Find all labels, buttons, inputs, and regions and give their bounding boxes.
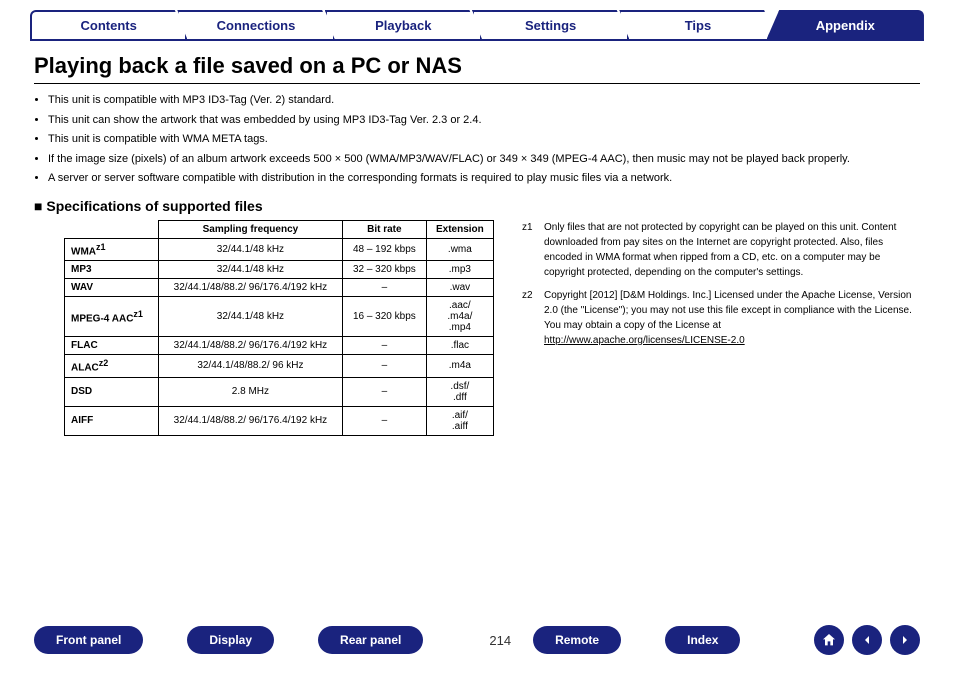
top-navigation: ContentsConnectionsPlaybackSettingsTipsA… [0,0,954,39]
sampling-cell: 32/44.1/48/88.2/ 96 kHz [158,355,342,377]
bitrate-cell: 16 – 320 kbps [342,297,426,337]
next-page-icon[interactable] [890,625,920,655]
extension-cell: .flac [426,337,493,355]
page-number: 214 [489,633,511,648]
info-bullet-list: This unit is compatible with MP3 ID3-Tag… [48,92,920,188]
table-row: WAV32/44.1/48/88.2/ 96/176.4/192 kHz–.wa… [65,279,494,297]
info-bullet: If the image size (pixels) of an album a… [48,151,920,169]
table-row: ALACz232/44.1/48/88.2/ 96 kHz–.m4a [65,355,494,377]
rear-panel-button[interactable]: Rear panel [318,626,423,654]
spec-table: Sampling frequencyBit rateExtensionWMAz1… [64,220,494,436]
sampling-cell: 32/44.1/48 kHz [158,238,342,260]
spec-and-notes-row: Sampling frequencyBit rateExtensionWMAz1… [0,220,954,436]
extension-cell: .dsf/.dff [426,377,493,406]
format-cell: WMAz1 [65,238,159,260]
table-row: MPEG-4 AACz132/44.1/48 kHz16 – 320 kbps.… [65,297,494,337]
bitrate-cell: 32 – 320 kbps [342,261,426,279]
tab-connections[interactable]: Connections [177,10,334,39]
format-cell: WAV [65,279,159,297]
table-row: DSD2.8 MHz–.dsf/.dff [65,377,494,406]
bitrate-cell: 48 – 192 kbps [342,238,426,260]
tab-tips[interactable]: Tips [619,10,776,39]
footnote-label: z1 [522,220,544,280]
format-cell: ALACz2 [65,355,159,377]
footnote-text: Copyright [2012] [D&M Holdings. Inc.] Li… [544,288,920,348]
extension-cell: .aif/.aiff [426,406,493,435]
format-cell: MPEG-4 AACz1 [65,297,159,337]
spec-header: Bit rate [342,220,426,238]
index-button[interactable]: Index [665,626,740,654]
home-icon[interactable] [814,625,844,655]
spec-header: Extension [426,220,493,238]
format-cell: AIFF [65,406,159,435]
sampling-cell: 32/44.1/48/88.2/ 96/176.4/192 kHz [158,406,342,435]
footnote-label: z2 [522,288,544,348]
bitrate-cell: – [342,337,426,355]
remote-button[interactable]: Remote [533,626,621,654]
sampling-cell: 2.8 MHz [158,377,342,406]
info-bullet: This unit can show the artwork that was … [48,112,920,130]
tab-underline [30,39,924,41]
spec-section-title: Specifications of supported files [34,198,954,214]
extension-cell: .wav [426,279,493,297]
bitrate-cell: – [342,279,426,297]
info-bullet: A server or server software compatible w… [48,170,920,188]
footnote: z1Only files that are not protected by c… [522,220,920,280]
footnote-text: Only files that are not protected by cop… [544,220,920,280]
footnotes: z1Only files that are not protected by c… [522,220,920,436]
table-row: FLAC32/44.1/48/88.2/ 96/176.4/192 kHz–.f… [65,337,494,355]
table-row: AIFF32/44.1/48/88.2/ 96/176.4/192 kHz–.a… [65,406,494,435]
format-cell: MP3 [65,261,159,279]
footnote-ref: z1 [133,309,143,319]
table-row: WMAz132/44.1/48 kHz48 – 192 kbps.wma [65,238,494,260]
info-bullet: This unit is compatible with MP3 ID3-Tag… [48,92,920,110]
nav-icon-group [814,625,920,655]
extension-cell: .aac/.m4a/.mp4 [426,297,493,337]
tab-appendix[interactable]: Appendix [767,10,924,39]
tab-settings[interactable]: Settings [472,10,629,39]
tab-contents[interactable]: Contents [30,10,187,39]
bitrate-cell: – [342,355,426,377]
bottom-navigation: Front panel Display Rear panel 214 Remote I… [0,625,954,655]
license-link[interactable]: http://www.apache.org/licenses/LICENSE-2… [544,335,745,346]
sampling-cell: 32/44.1/48/88.2/ 96/176.4/192 kHz [158,279,342,297]
extension-cell: .wma [426,238,493,260]
display-button[interactable]: Display [187,626,274,654]
footnote-ref: z2 [99,358,109,368]
sampling-cell: 32/44.1/48 kHz [158,297,342,337]
info-bullet: This unit is compatible with WMA META ta… [48,131,920,149]
extension-cell: .m4a [426,355,493,377]
spec-header: Sampling frequency [158,220,342,238]
sampling-cell: 32/44.1/48/88.2/ 96/176.4/192 kHz [158,337,342,355]
page-title: Playing back a file saved on a PC or NAS [34,53,920,84]
prev-page-icon[interactable] [852,625,882,655]
footnote-ref: z1 [96,242,106,252]
footnote: z2Copyright [2012] [D&M Holdings. Inc.] … [522,288,920,348]
format-cell: FLAC [65,337,159,355]
extension-cell: .mp3 [426,261,493,279]
tab-playback[interactable]: Playback [325,10,482,39]
bitrate-cell: – [342,377,426,406]
front-panel-button[interactable]: Front panel [34,626,143,654]
table-row: MP332/44.1/48 kHz32 – 320 kbps.mp3 [65,261,494,279]
bitrate-cell: – [342,406,426,435]
sampling-cell: 32/44.1/48 kHz [158,261,342,279]
format-cell: DSD [65,377,159,406]
